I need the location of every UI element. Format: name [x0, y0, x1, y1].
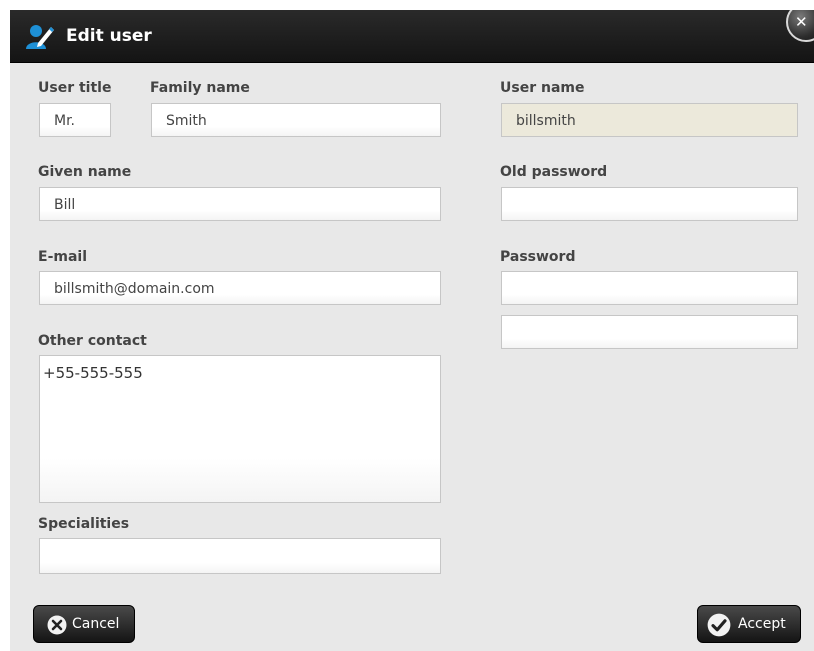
family-name-input[interactable]: Smith	[151, 103, 441, 137]
user-title-label: User title	[38, 80, 112, 96]
password-input[interactable]	[501, 271, 798, 305]
accept-label: Accept	[738, 616, 786, 632]
password-confirm-input[interactable]	[501, 315, 798, 349]
user-name-input: billsmith	[501, 103, 798, 137]
check-circle-icon	[707, 613, 731, 637]
other-contact-label: Other contact	[38, 333, 147, 349]
dialog-titlebar: Edit user ✕	[10, 10, 814, 63]
old-password-input[interactable]	[501, 187, 798, 221]
user-title-input[interactable]: Mr.	[39, 103, 111, 137]
dialog-title: Edit user	[66, 26, 152, 46]
specialities-label: Specialities	[38, 516, 130, 532]
edit-user-dialog: Edit user ✕ User title Mr. Family name S…	[10, 10, 814, 651]
old-password-label: Old password	[500, 164, 608, 180]
email-label: E-mail	[38, 249, 88, 265]
close-button[interactable]: ✕	[786, 10, 814, 42]
family-name-label: Family name	[150, 80, 250, 96]
cancel-button[interactable]: Cancel	[33, 605, 135, 643]
specialities-input[interactable]	[39, 538, 441, 574]
accept-button[interactable]: Accept	[697, 605, 801, 643]
given-name-input[interactable]: Bill	[39, 187, 441, 221]
close-icon: ✕	[795, 13, 808, 31]
email-input[interactable]: billsmith@domain.com	[39, 271, 441, 305]
x-circle-icon	[47, 615, 67, 635]
other-contact-textarea[interactable]: +55-555-555	[39, 355, 441, 503]
user-name-label: User name	[500, 80, 585, 96]
cancel-label: Cancel	[72, 616, 120, 632]
user-edit-icon	[26, 25, 54, 49]
given-name-label: Given name	[38, 164, 132, 180]
password-label: Password	[500, 249, 576, 265]
